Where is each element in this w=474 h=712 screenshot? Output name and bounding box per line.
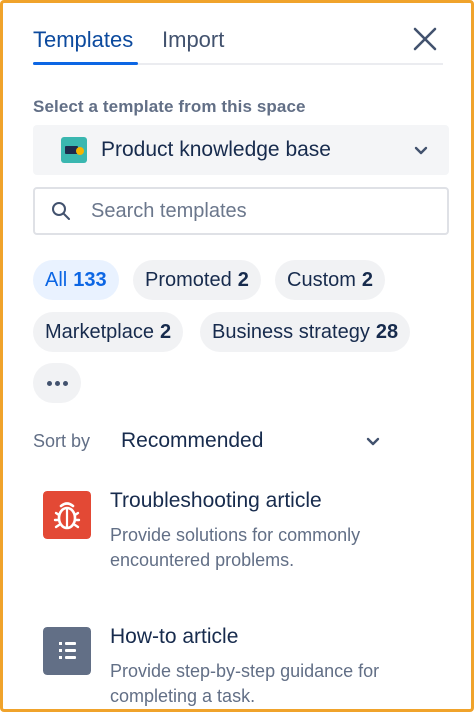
template-panel: Templates Import Select a template from … — [0, 0, 474, 712]
filter-label: Marketplace — [45, 321, 154, 343]
template-item-how-to[interactable]: How-to article Provide step-by-step guid… — [33, 625, 449, 709]
space-section-label: Select a template from this space — [33, 97, 306, 116]
filter-label: Promoted — [145, 269, 232, 291]
space-select[interactable]: Product knowledge base — [33, 125, 449, 175]
template-item-troubleshooting[interactable]: Troubleshooting article Provide solution… — [33, 489, 449, 581]
template-description: Provide step-by-step guidance for comple… — [110, 661, 380, 706]
filter-count: 2 — [237, 269, 249, 291]
close-icon[interactable] — [411, 25, 439, 53]
filter-label: Custom — [287, 269, 356, 291]
filter-chip-promoted[interactable]: Promoted 2 — [133, 260, 261, 300]
filter-count: 2 — [361, 269, 374, 291]
sort-select[interactable]: Recommended — [121, 429, 263, 453]
chevron-down-icon[interactable] — [365, 433, 381, 449]
chevron-down-icon — [414, 146, 428, 155]
filter-count: 28 — [375, 321, 399, 343]
filter-chip-all[interactable]: All 133 — [33, 260, 119, 300]
more-filters-button[interactable] — [33, 363, 81, 403]
filter-count: 133 — [73, 269, 107, 291]
tab-import[interactable]: Import — [162, 27, 224, 53]
active-tab-indicator — [33, 62, 138, 65]
template-title: How-to article — [110, 625, 239, 648]
search-input[interactable] — [91, 195, 431, 227]
search-field — [33, 187, 449, 235]
bug-icon — [43, 491, 91, 539]
filter-chip-business-strategy[interactable]: Business strategy 28 — [200, 312, 411, 352]
more-icon — [47, 381, 52, 386]
selected-space-name: Product knowledge base — [101, 138, 331, 161]
filter-chip-custom[interactable]: Custom 2 — [275, 260, 386, 300]
filter-label: Business strategy — [212, 321, 370, 343]
tab-templates[interactable]: Templates — [33, 27, 133, 53]
space-avatar-icon — [61, 137, 87, 163]
filter-label: All — [45, 269, 68, 291]
template-title: Troubleshooting article — [110, 489, 322, 512]
template-description: Provide solutions for commonly encounter… — [110, 525, 361, 570]
tab-bar: Templates Import — [33, 23, 443, 65]
filter-count: 2 — [159, 321, 172, 343]
filter-chip-marketplace[interactable]: Marketplace 2 — [33, 312, 184, 352]
numbered-list-icon — [43, 627, 91, 675]
sort-label: Sort by — [33, 431, 91, 451]
search-icon — [52, 202, 70, 220]
